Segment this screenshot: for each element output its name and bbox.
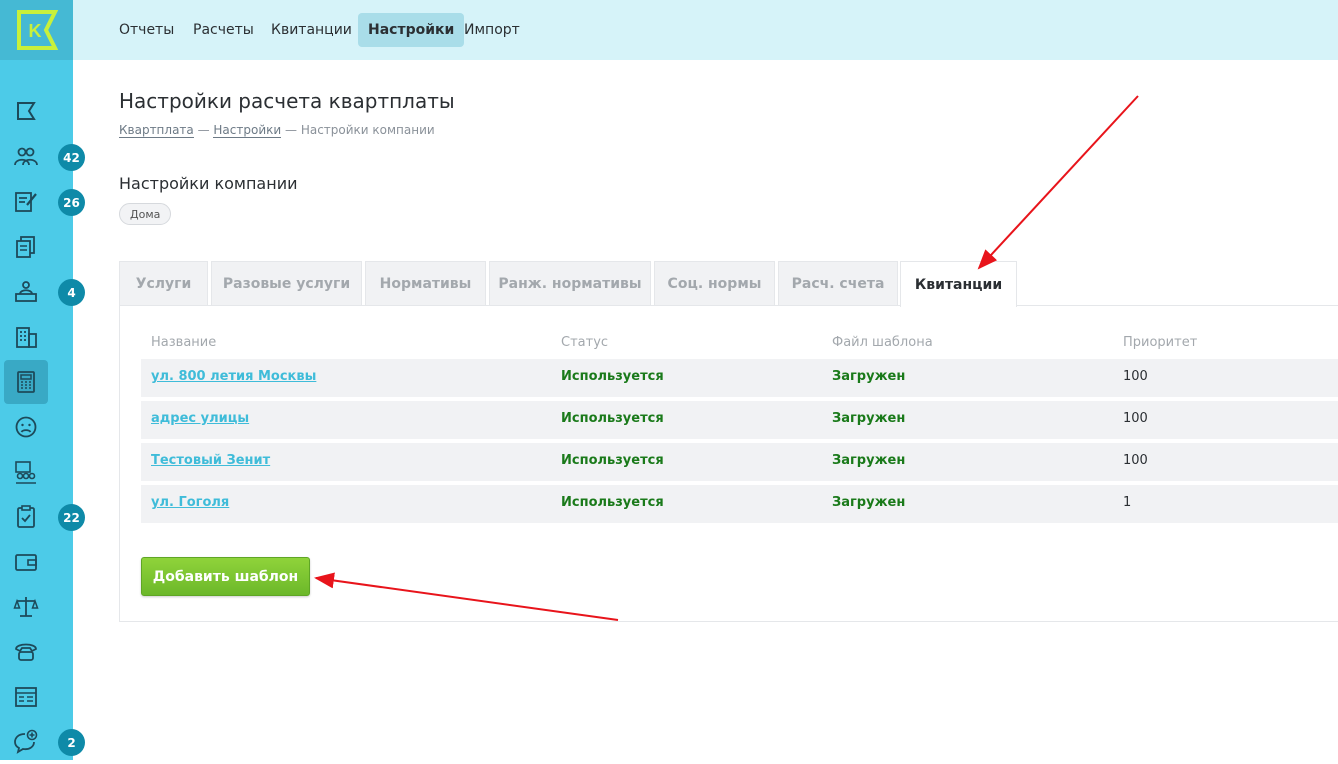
template-name-link[interactable]: ул. Гоголя bbox=[151, 495, 229, 510]
breadcrumb-link-settings[interactable]: Настройки bbox=[213, 123, 282, 138]
sidebar-item-tasks[interactable] bbox=[4, 495, 48, 539]
clipboard-check-icon bbox=[17, 505, 35, 528]
template-status: Используется bbox=[561, 369, 664, 384]
svg-text:K: K bbox=[28, 21, 41, 41]
column-header-status: Статус bbox=[561, 335, 609, 350]
sidebar-item-requests[interactable] bbox=[4, 180, 48, 224]
sidebar-item-wallet[interactable] bbox=[4, 540, 48, 584]
page-title: Настройки расчета квартплаты bbox=[119, 89, 455, 113]
tab-bank-accounts[interactable]: Расч. счета bbox=[778, 261, 898, 306]
badge-residents: 42 bbox=[58, 144, 85, 171]
newspaper-icon bbox=[15, 687, 37, 707]
sidebar-item-news[interactable] bbox=[4, 675, 48, 719]
column-header-name: Название bbox=[151, 335, 217, 350]
template-name-link[interactable]: ул. 800 летия Москвы bbox=[151, 369, 316, 384]
template-priority: 100 bbox=[1123, 411, 1148, 426]
logo-icon: K bbox=[16, 10, 58, 50]
table-row bbox=[141, 401, 1338, 439]
template-priority: 1 bbox=[1123, 495, 1132, 510]
tab-receipts[interactable]: Квитанции bbox=[900, 261, 1017, 307]
template-file-status: Загружен bbox=[832, 411, 906, 426]
section-title: Настройки компании bbox=[119, 174, 298, 193]
sidebar-item-flag[interactable] bbox=[4, 90, 48, 134]
sidebar-item-complaints[interactable] bbox=[4, 405, 48, 449]
template-priority: 100 bbox=[1123, 453, 1148, 468]
sidebar-item-legal[interactable] bbox=[4, 585, 48, 629]
arrow-to-receipts-tab bbox=[977, 95, 1139, 270]
scales-icon bbox=[13, 597, 39, 617]
breadcrumb: Квартплата — Настройки — Настройки компа… bbox=[119, 123, 435, 138]
table-row bbox=[141, 485, 1338, 523]
template-file-status: Загружен bbox=[832, 495, 906, 510]
topnav-import[interactable]: Импорт bbox=[454, 13, 530, 47]
calculator-icon bbox=[17, 371, 35, 393]
add-template-button[interactable]: Добавить шаблон bbox=[141, 557, 310, 596]
breadcrumb-link-kvartplata[interactable]: Квартплата bbox=[119, 123, 194, 138]
chat-plus-icon bbox=[14, 729, 38, 754]
sad-face-icon bbox=[15, 416, 37, 438]
breadcrumb-separator: — bbox=[281, 123, 301, 137]
topnav-calculations[interactable]: Расчеты bbox=[183, 13, 264, 47]
sidebar-item-chat[interactable] bbox=[4, 720, 48, 764]
sidebar-item-calculations[interactable] bbox=[4, 360, 48, 404]
template-file-status: Загружен bbox=[832, 453, 906, 468]
building-icon bbox=[16, 327, 37, 348]
flag-icon bbox=[17, 102, 36, 120]
badge-reception: 4 bbox=[58, 279, 85, 306]
app-logo[interactable]: K bbox=[0, 0, 73, 60]
sidebar-item-calls[interactable] bbox=[4, 630, 48, 674]
column-header-priority: Приоритет bbox=[1123, 335, 1198, 350]
template-priority: 100 bbox=[1123, 369, 1148, 384]
sidebar-item-staff[interactable] bbox=[4, 450, 48, 494]
documents-icon bbox=[16, 236, 35, 258]
tab-services[interactable]: Услуги bbox=[119, 261, 208, 306]
sidebar: K bbox=[0, 0, 73, 760]
sidebar-item-residents[interactable] bbox=[4, 135, 48, 179]
breadcrumb-current: Настройки компании bbox=[300, 123, 435, 137]
table-row bbox=[141, 359, 1338, 397]
edit-document-icon bbox=[15, 192, 37, 212]
wallet-icon bbox=[15, 554, 37, 571]
tab-one-time-services[interactable]: Разовые услуги bbox=[211, 261, 362, 306]
template-status: Используется bbox=[561, 453, 664, 468]
sidebar-item-reception[interactable] bbox=[4, 270, 48, 314]
houses-chip[interactable]: Дома bbox=[119, 203, 172, 225]
breadcrumb-separator: — bbox=[193, 123, 214, 137]
concierge-icon bbox=[15, 281, 37, 302]
template-name-link[interactable]: адрес улицы bbox=[151, 411, 249, 426]
phone-icon bbox=[15, 643, 37, 661]
badge-requests: 26 bbox=[58, 189, 85, 216]
template-status: Используется bbox=[561, 495, 664, 510]
tab-social-norms[interactable]: Соц. нормы bbox=[654, 261, 775, 306]
topnav-reports[interactable]: Отчеты bbox=[109, 13, 184, 47]
badge-chat: 2 bbox=[58, 729, 85, 756]
template-name-link[interactable]: Тестовый Зенит bbox=[151, 453, 270, 468]
template-file-status: Загружен bbox=[832, 369, 906, 384]
column-header-file: Файл шаблона bbox=[832, 335, 933, 350]
template-status: Используется bbox=[561, 411, 664, 426]
topnav-settings[interactable]: Настройки bbox=[358, 13, 465, 47]
topnav-receipts[interactable]: Квитанции bbox=[261, 13, 362, 47]
staff-icon bbox=[15, 461, 36, 484]
badge-tasks: 22 bbox=[58, 504, 85, 531]
people-icon bbox=[14, 147, 38, 166]
sidebar-item-documents[interactable] bbox=[4, 225, 48, 269]
tab-norms[interactable]: Нормативы bbox=[365, 261, 486, 306]
table-row bbox=[141, 443, 1338, 481]
tab-ranked-norms[interactable]: Ранж. нормативы bbox=[489, 261, 651, 306]
sidebar-item-buildings[interactable] bbox=[4, 315, 48, 359]
